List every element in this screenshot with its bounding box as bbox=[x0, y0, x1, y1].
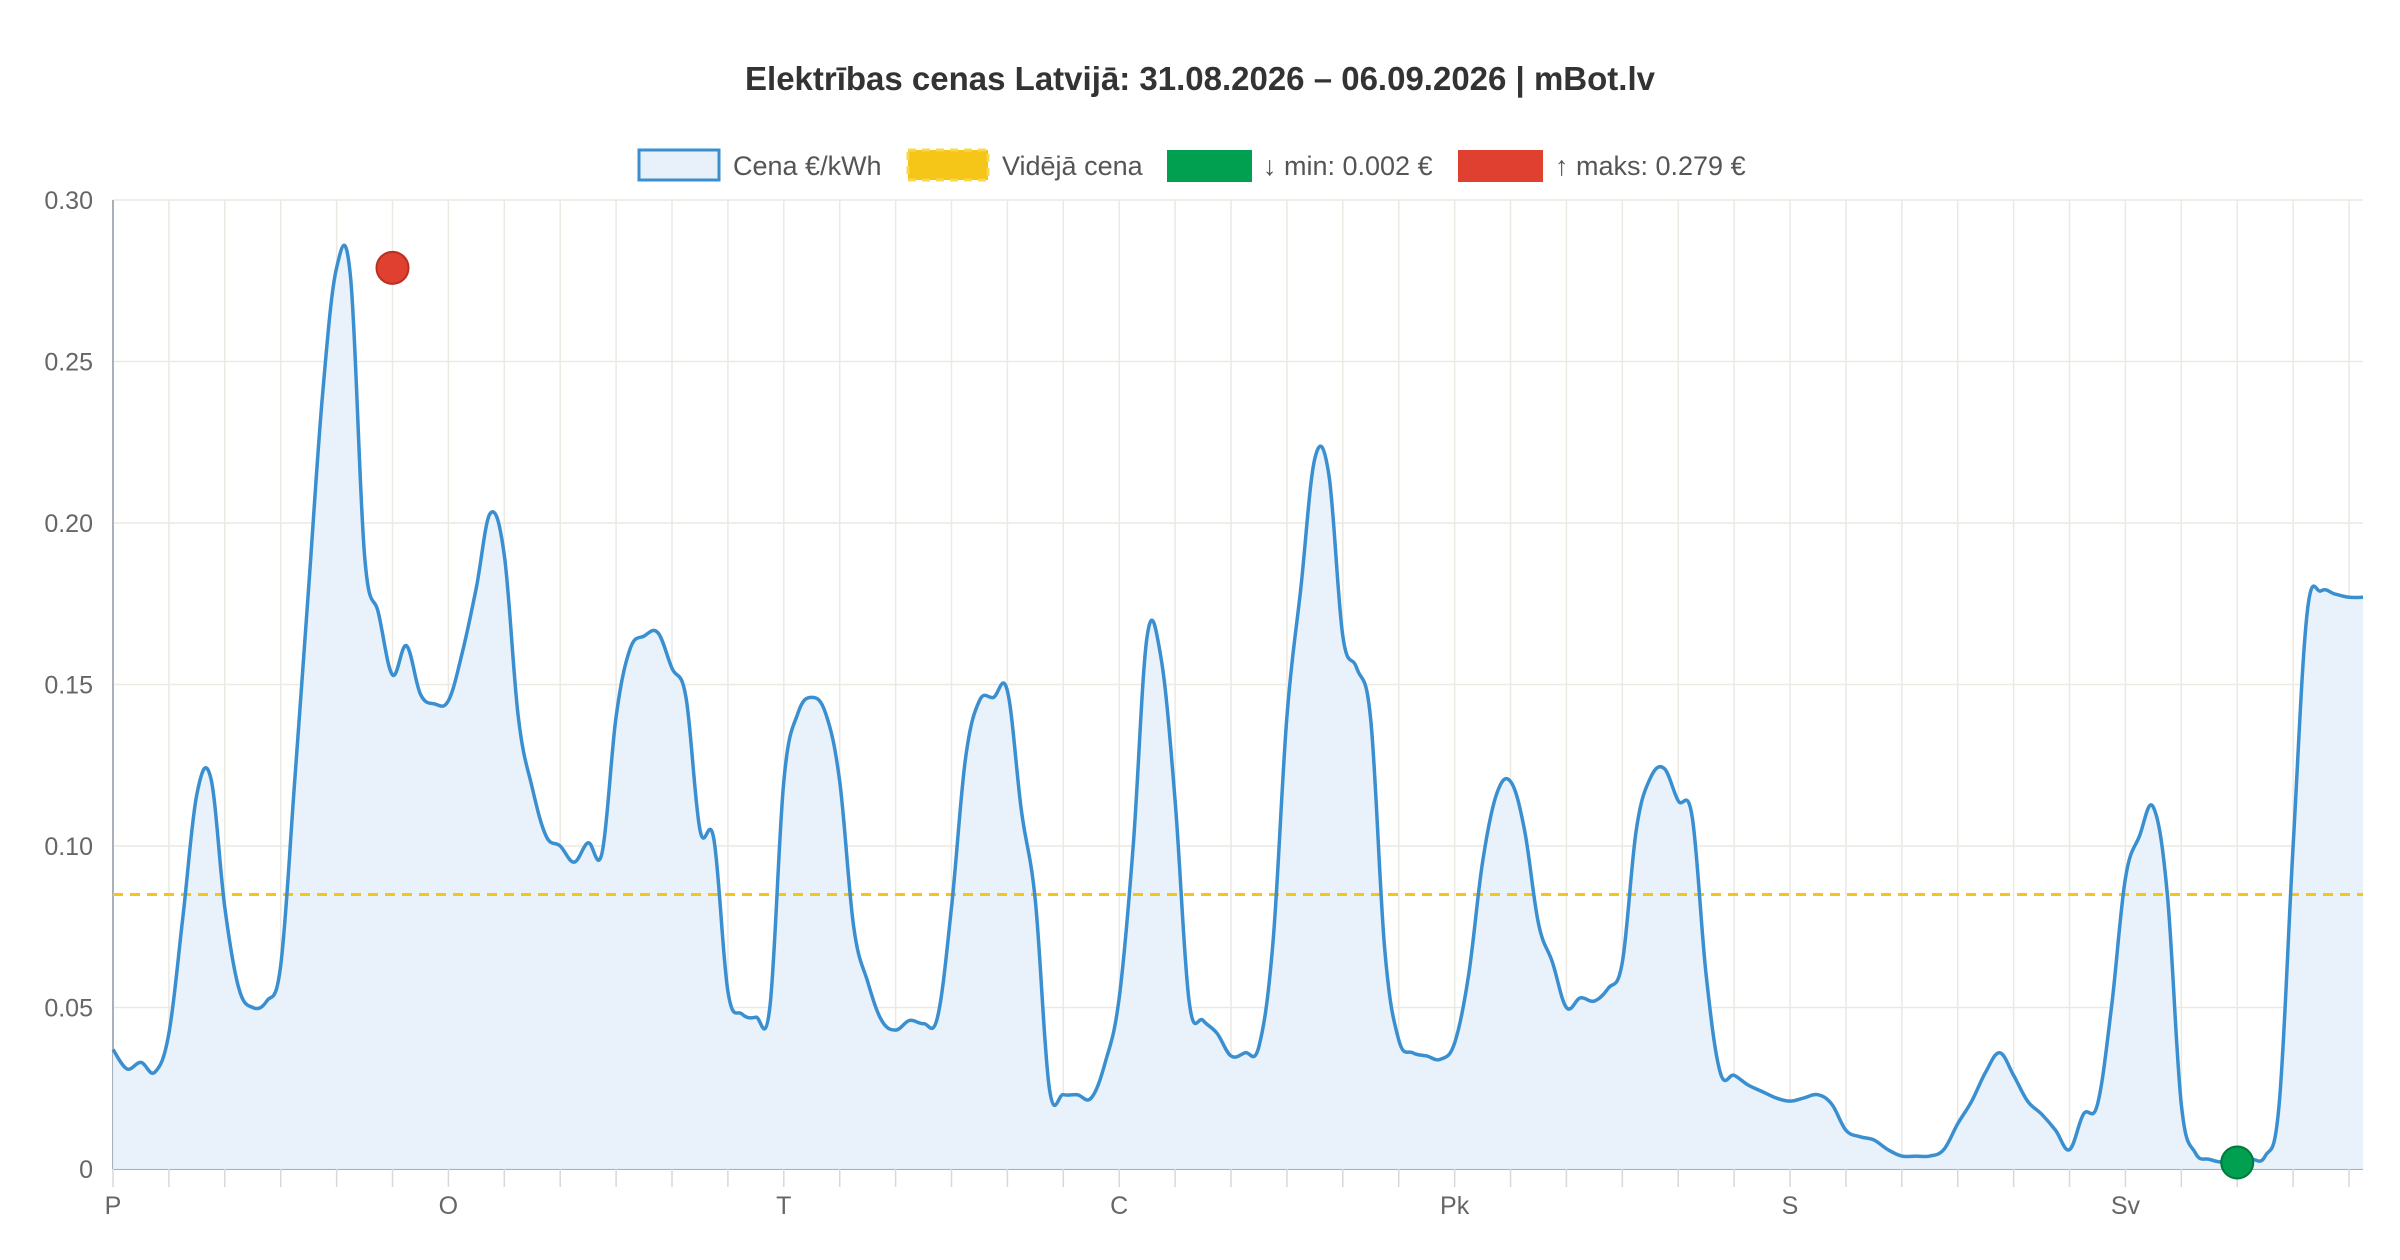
x-tick-label: T bbox=[776, 1192, 791, 1220]
legend-label-average: Vidējā cena bbox=[1002, 151, 1144, 181]
legend-label-max: ↑ maks: 0.279 € bbox=[1555, 151, 1746, 181]
chart-container: Elektrības cenas Latvijā: 31.08.2026 – 0… bbox=[0, 0, 2400, 1260]
legend-item-min[interactable]: ↓ min: 0.002 € bbox=[1167, 150, 1433, 182]
x-tick-label: P bbox=[105, 1192, 122, 1220]
y-tick-label: 0 bbox=[79, 1156, 93, 1184]
y-tick-label: 0.15 bbox=[44, 672, 93, 700]
y-tick-label: 0.10 bbox=[44, 833, 93, 861]
legend-label-min: ↓ min: 0.002 € bbox=[1263, 151, 1433, 181]
max-marker[interactable] bbox=[375, 250, 410, 285]
legend-swatch-average bbox=[906, 148, 990, 182]
x-tick-label: C bbox=[1110, 1192, 1128, 1220]
y-axis-ticks: 0 0.05 0.10 0.15 0.20 0.25 0.30 bbox=[44, 187, 93, 1184]
legend: Cena €/kWh Vidējā cena ↓ min: 0.002 € ↑ … bbox=[637, 148, 1746, 182]
chart-title: Elektrības cenas Latvijā: 31.08.2026 – 0… bbox=[745, 60, 1656, 97]
y-tick-label: 0.25 bbox=[44, 349, 93, 377]
x-axis-ticks: P O T C Pk S Sv bbox=[105, 1192, 2141, 1220]
legend-swatch-max bbox=[1458, 150, 1543, 182]
min-marker[interactable] bbox=[2220, 1145, 2255, 1180]
legend-item-price[interactable]: Cena €/kWh bbox=[637, 148, 882, 182]
legend-swatch-min bbox=[1167, 150, 1252, 182]
x-tick-label: Pk bbox=[1440, 1192, 1470, 1220]
price-area bbox=[113, 245, 2363, 1169]
price-chart: Elektrības cenas Latvijā: 31.08.2026 – 0… bbox=[44, 60, 2364, 1220]
y-tick-label: 0.20 bbox=[44, 510, 93, 538]
legend-item-average[interactable]: Vidējā cena bbox=[906, 148, 1144, 182]
legend-item-max[interactable]: ↑ maks: 0.279 € bbox=[1458, 150, 1746, 182]
x-tick-label: O bbox=[439, 1192, 458, 1220]
y-tick-label: 0.05 bbox=[44, 995, 93, 1023]
y-tick-label: 0.30 bbox=[44, 187, 93, 215]
legend-swatch-price bbox=[637, 148, 721, 182]
legend-label-price: Cena €/kWh bbox=[733, 151, 882, 181]
x-tick-label: Sv bbox=[2111, 1192, 2141, 1220]
x-tick-label: S bbox=[1782, 1192, 1799, 1220]
